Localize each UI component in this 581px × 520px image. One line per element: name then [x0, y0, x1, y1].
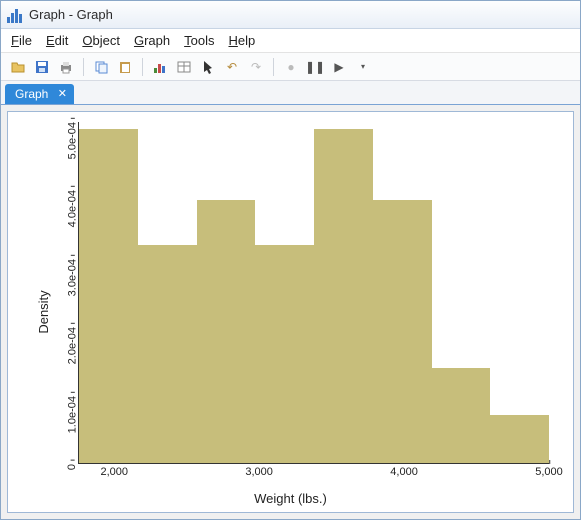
app-icon	[7, 7, 23, 23]
x-axis-label: Weight (lbs.)	[254, 491, 327, 506]
y-tick: 1.0e-04	[66, 396, 78, 433]
graph-panel: Density Weight (lbs.) 01.0e-042.0e-043.0…	[7, 111, 574, 513]
y-tick: 3.0e-04	[66, 259, 78, 296]
toolbar-separator	[142, 58, 143, 76]
menu-graph[interactable]: Graph	[134, 33, 170, 48]
histogram-bar	[255, 245, 314, 463]
histogram-bar	[373, 200, 432, 463]
save-icon[interactable]	[33, 58, 51, 76]
y-tick: 0	[66, 464, 78, 470]
histogram-bar	[314, 129, 373, 463]
x-axis-ticks: 2,0003,0004,0005,000	[78, 466, 549, 482]
y-tick: 5.0e-04	[66, 122, 78, 159]
y-axis-ticks: 01.0e-042.0e-043.0e-044.0e-045.0e-04	[42, 122, 76, 464]
histogram-bar	[197, 200, 256, 463]
table-icon[interactable]	[175, 58, 193, 76]
y-tick: 4.0e-04	[66, 190, 78, 227]
menu-bar: File Edit Object Graph Tools Help	[1, 29, 580, 53]
pause-icon[interactable]: ❚❚	[306, 58, 324, 76]
x-tick: 3,000	[245, 466, 273, 478]
toolbar-separator	[273, 58, 274, 76]
paste-icon[interactable]	[116, 58, 134, 76]
graph-container: Density Weight (lbs.) 01.0e-042.0e-043.0…	[1, 105, 580, 519]
menu-file[interactable]: File	[11, 33, 32, 48]
toolbar: ↶ ↷ ● ❚❚ ▶ ▾	[1, 53, 580, 81]
print-icon[interactable]	[57, 58, 75, 76]
menu-object[interactable]: Object	[82, 33, 120, 48]
menu-tools[interactable]: Tools	[184, 33, 214, 48]
histogram-bar	[432, 368, 491, 463]
redo-icon[interactable]: ↷	[247, 58, 265, 76]
toolbar-separator	[83, 58, 84, 76]
x-tick: 5,000	[535, 466, 563, 478]
play-icon[interactable]: ▶	[330, 58, 348, 76]
menu-edit[interactable]: Edit	[46, 33, 68, 48]
y-tick: 2.0e-04	[66, 327, 78, 364]
chart-icon[interactable]	[151, 58, 169, 76]
pointer-icon[interactable]	[199, 58, 217, 76]
open-icon[interactable]	[9, 58, 27, 76]
window-title: Graph - Graph	[29, 7, 113, 22]
x-tick: 4,000	[390, 466, 418, 478]
dropdown-icon[interactable]: ▾	[354, 58, 372, 76]
tab-graph[interactable]: Graph ✕	[5, 84, 74, 104]
histogram-bar	[490, 415, 549, 463]
close-icon[interactable]: ✕	[56, 88, 68, 100]
tab-label: Graph	[15, 87, 48, 101]
x-tick: 2,000	[100, 466, 128, 478]
histogram-bars	[79, 122, 549, 463]
histogram-bar	[79, 129, 138, 463]
histogram-bar	[138, 245, 197, 463]
copy-icon[interactable]	[92, 58, 110, 76]
undo-icon[interactable]: ↶	[223, 58, 241, 76]
title-bar: Graph - Graph	[1, 1, 580, 29]
menu-help[interactable]: Help	[228, 33, 255, 48]
tab-bar: Graph ✕	[1, 81, 580, 105]
record-icon[interactable]: ●	[282, 58, 300, 76]
plot-area	[78, 122, 549, 464]
